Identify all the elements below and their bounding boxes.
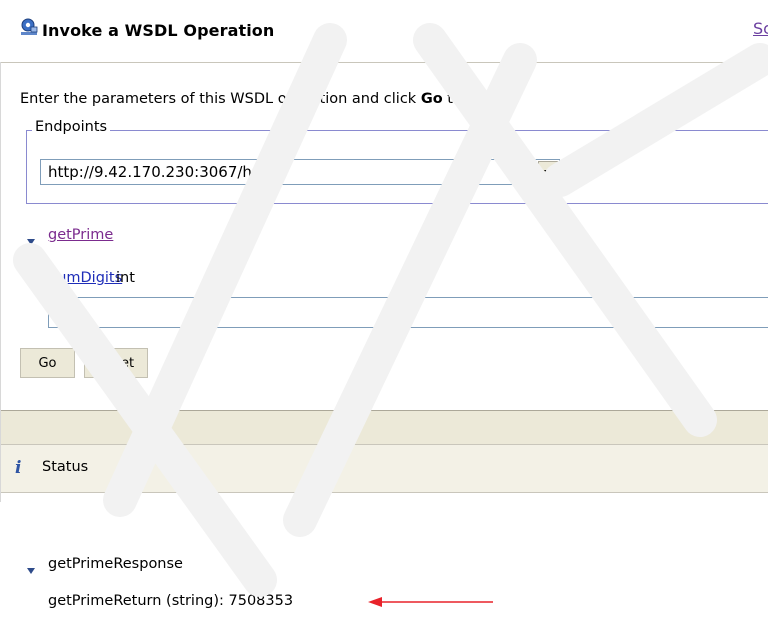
instruction-text-part: Enter the parameters of this WSDL operat… (20, 91, 421, 107)
left-border-line (0, 62, 1, 502)
parameter-value-input[interactable] (48, 297, 768, 328)
collapse-triangle-icon[interactable] (27, 233, 35, 249)
parameter-type: int (116, 270, 135, 286)
operation-link[interactable]: getPrime (48, 227, 113, 243)
title-corner-link[interactable]: Sc (753, 19, 768, 38)
endpoints-legend: Endpoints (32, 119, 111, 135)
reset-button[interactable]: Reset (84, 348, 148, 378)
chevron-down-icon (544, 169, 552, 175)
gear-web-service-icon (21, 18, 38, 35)
info-icon: i (15, 458, 22, 478)
splitter-band[interactable] (0, 410, 768, 445)
parameter-name-link[interactable]: numDigits (48, 270, 122, 286)
status-header (0, 444, 768, 493)
page-title: Invoke a WSDL Operation (42, 21, 275, 40)
response-return-value: getPrimeReturn (string): 7508353 (48, 593, 294, 609)
title-bar: Invoke a WSDL Operation Sc (0, 0, 768, 63)
annotation-arrow-icon (368, 597, 493, 607)
instruction-text: Enter the parameters of this WSDL operat… (20, 91, 519, 107)
instruction-text-end: to invoke. (442, 91, 519, 107)
response-name: getPrimeResponse (48, 556, 183, 572)
wsdl-invoke-panel: Invoke a WSDL Operation Sc Enter the par… (0, 0, 768, 639)
endpoint-selected-value: http://9.42.170.230:3067/hello (48, 163, 279, 181)
collapse-triangle-icon[interactable] (27, 562, 35, 578)
dropdown-button[interactable] (538, 161, 558, 183)
instruction-go-emphasis: Go (420, 91, 443, 107)
go-button[interactable]: Go (20, 348, 75, 378)
status-label: Status (42, 459, 89, 475)
endpoint-select[interactable]: http://9.42.170.230:3067/hello (40, 159, 560, 185)
